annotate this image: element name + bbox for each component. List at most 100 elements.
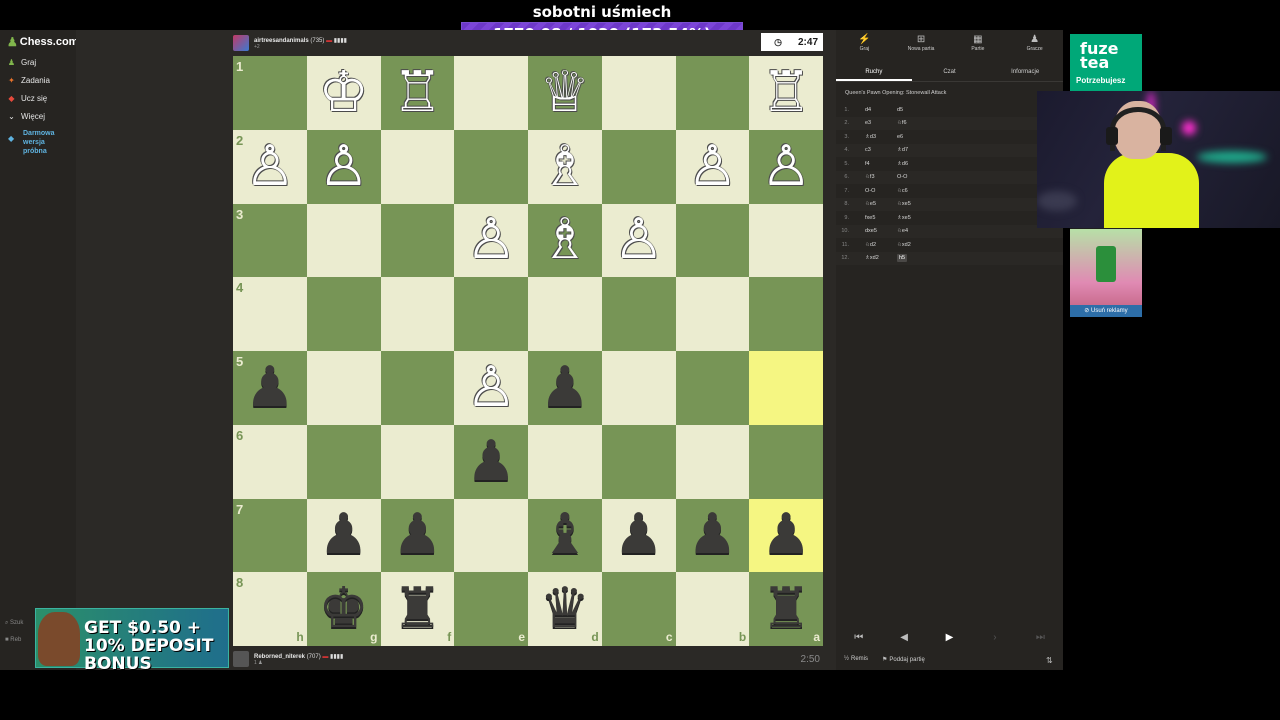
square-g6[interactable] [306, 424, 381, 499]
free-trial-link[interactable]: Darmowa wersja próbna [23, 129, 68, 156]
sidebar-item-learn[interactable]: ◆ Ucz się [7, 94, 47, 103]
tab-info[interactable]: Informacje [987, 65, 1063, 81]
square-e5[interactable]: ♙ [454, 351, 528, 425]
square-e4[interactable] [454, 277, 528, 351]
opponent-avatar[interactable] [233, 35, 249, 51]
black-rook-piece[interactable]: ♜ [392, 581, 442, 637]
square-d7[interactable]: ♝ [528, 498, 602, 573]
white-rook-piece[interactable]: ♖ [761, 64, 811, 121]
white-move[interactable]: c3 [853, 147, 897, 153]
black-rook-piece[interactable]: ♜ [761, 581, 811, 637]
square-a2[interactable]: ♙ [749, 129, 823, 204]
white-move[interactable]: ♘e5 [853, 201, 897, 207]
white-move[interactable]: e3 [853, 120, 897, 126]
white-move[interactable]: ♘f3 [853, 174, 897, 180]
black-pawn-piece[interactable]: ♟ [319, 507, 369, 563]
square-g2[interactable]: ♙ [306, 129, 381, 204]
square-h2[interactable]: 2 ♙ [233, 129, 307, 204]
black-move[interactable]: h5 [897, 254, 947, 263]
opening-name[interactable]: Queen's Pawn Opening: Stonewall Attack [845, 90, 946, 96]
nav-new-game[interactable]: ⊞ Nowa partia [893, 34, 950, 62]
square-f7[interactable]: ♟ [380, 498, 455, 573]
white-move[interactable]: dxe5 [853, 228, 897, 234]
black-move[interactable]: ♘e4 [897, 228, 947, 234]
square-e8[interactable]: e [454, 572, 528, 646]
white-pawn-piece[interactable]: ♙ [614, 212, 664, 268]
black-move[interactable]: ♗xe5 [897, 215, 947, 221]
white-pawn-piece[interactable]: ♙ [245, 138, 295, 195]
square-a5[interactable] [749, 351, 823, 425]
black-pawn-piece[interactable]: ♟ [540, 359, 590, 416]
square-g1[interactable]: ♔ [306, 56, 381, 130]
square-a7[interactable]: ♟ [749, 498, 823, 573]
square-b3[interactable] [675, 203, 750, 278]
white-pawn-piece[interactable]: ♙ [466, 212, 516, 268]
white-bishop-piece[interactable]: ♗ [540, 212, 590, 268]
white-move[interactable]: ♗xd2 [853, 255, 897, 261]
sidebar-search[interactable]: ⌕ Szuk [5, 620, 23, 627]
white-queen-piece[interactable]: ♕ [540, 64, 590, 121]
square-a4[interactable] [749, 277, 823, 351]
square-b6[interactable] [675, 424, 750, 499]
black-pawn-piece[interactable]: ♟ [687, 507, 737, 563]
square-c8[interactable]: c [601, 572, 676, 646]
square-g3[interactable] [306, 203, 381, 278]
sidebar-user[interactable]: ■ Reb [5, 637, 21, 643]
chess-board[interactable]: 1 ♔ ♖ ♕ ♖ 2 ♙ ♙ ♗ ♙ ♙ 3 ♙ ♗ ♙ 4 5 ♟ ♙ ♟ 6 ♟ 7 ♟ ♟ ♝ ♟ ♟ ♟ 8 h g ♚ f ♜ e d ♛ c b… [233, 56, 823, 646]
square-h6[interactable]: 6 [233, 424, 307, 499]
first-move-button[interactable]: ⏮ [836, 624, 881, 650]
black-queen-piece[interactable]: ♛ [540, 581, 590, 637]
black-move[interactable]: ♗d7 [897, 147, 947, 153]
square-d2[interactable]: ♗ [528, 129, 602, 204]
black-move[interactable]: ♗d6 [897, 161, 947, 167]
square-e3[interactable]: ♙ [454, 203, 528, 278]
square-f3[interactable] [380, 203, 455, 278]
chesscom-logo[interactable]: ♟ Chess.com [7, 35, 78, 49]
square-b2[interactable]: ♙ [675, 129, 750, 204]
square-c4[interactable] [601, 277, 676, 351]
square-b5[interactable] [675, 351, 750, 425]
square-d1[interactable]: ♕ [528, 56, 602, 130]
tab-moves[interactable]: Ruchy [836, 65, 912, 81]
square-g7[interactable]: ♟ [306, 498, 381, 573]
player-avatar[interactable] [233, 651, 249, 667]
square-f5[interactable] [380, 351, 455, 425]
white-pawn-piece[interactable]: ♙ [687, 138, 737, 195]
square-f4[interactable] [380, 277, 455, 351]
deposit-bonus-banner[interactable]: GET $0.50 + 10% DEPOSIT BONUS [35, 608, 229, 673]
square-e1[interactable] [454, 56, 528, 130]
sidebar-item-more[interactable]: ⌄ Więcej [7, 112, 45, 121]
flip-board-icon[interactable]: ⇅ [1046, 656, 1053, 665]
square-f2[interactable] [380, 129, 455, 204]
square-h7[interactable]: 7 [233, 498, 307, 573]
previous-move-button[interactable]: ◀ [881, 624, 926, 650]
square-d8[interactable]: d ♛ [528, 572, 602, 646]
black-move[interactable]: O-O [897, 174, 947, 180]
remove-ads-button[interactable]: ⊘ Usuń reklamy [1070, 305, 1142, 317]
black-king-piece[interactable]: ♚ [319, 581, 369, 637]
black-move[interactable]: d5 [897, 107, 947, 113]
square-a1[interactable]: ♖ [749, 56, 823, 130]
black-move[interactable]: ♘c6 [897, 188, 947, 194]
draw-button[interactable]: ½ Remis [844, 656, 868, 663]
square-h4[interactable]: 4 [233, 277, 307, 351]
white-move[interactable]: ♘d2 [853, 242, 897, 248]
white-pawn-piece[interactable]: ♙ [319, 138, 369, 195]
nav-games[interactable]: ▦ Partie [950, 34, 1007, 62]
next-move-button[interactable]: › [972, 624, 1017, 650]
resign-button[interactable]: ⚑ Poddaj partię [882, 656, 925, 663]
last-move-button[interactable]: ⏭ [1018, 624, 1063, 650]
square-d5[interactable]: ♟ [528, 351, 602, 425]
white-rook-piece[interactable]: ♖ [392, 64, 442, 121]
white-move[interactable]: f4 [853, 161, 897, 167]
square-c6[interactable] [601, 424, 676, 499]
square-d6[interactable] [528, 424, 602, 499]
white-move[interactable]: d4 [853, 107, 897, 113]
square-b1[interactable] [675, 56, 750, 130]
black-pawn-piece[interactable]: ♟ [614, 507, 664, 563]
white-move[interactable]: fxe5 [853, 215, 897, 221]
white-pawn-piece[interactable]: ♙ [761, 138, 811, 195]
square-d3[interactable]: ♗ [528, 203, 602, 278]
black-move[interactable]: ♘xd2 [897, 242, 947, 248]
white-bishop-piece[interactable]: ♗ [540, 138, 590, 195]
